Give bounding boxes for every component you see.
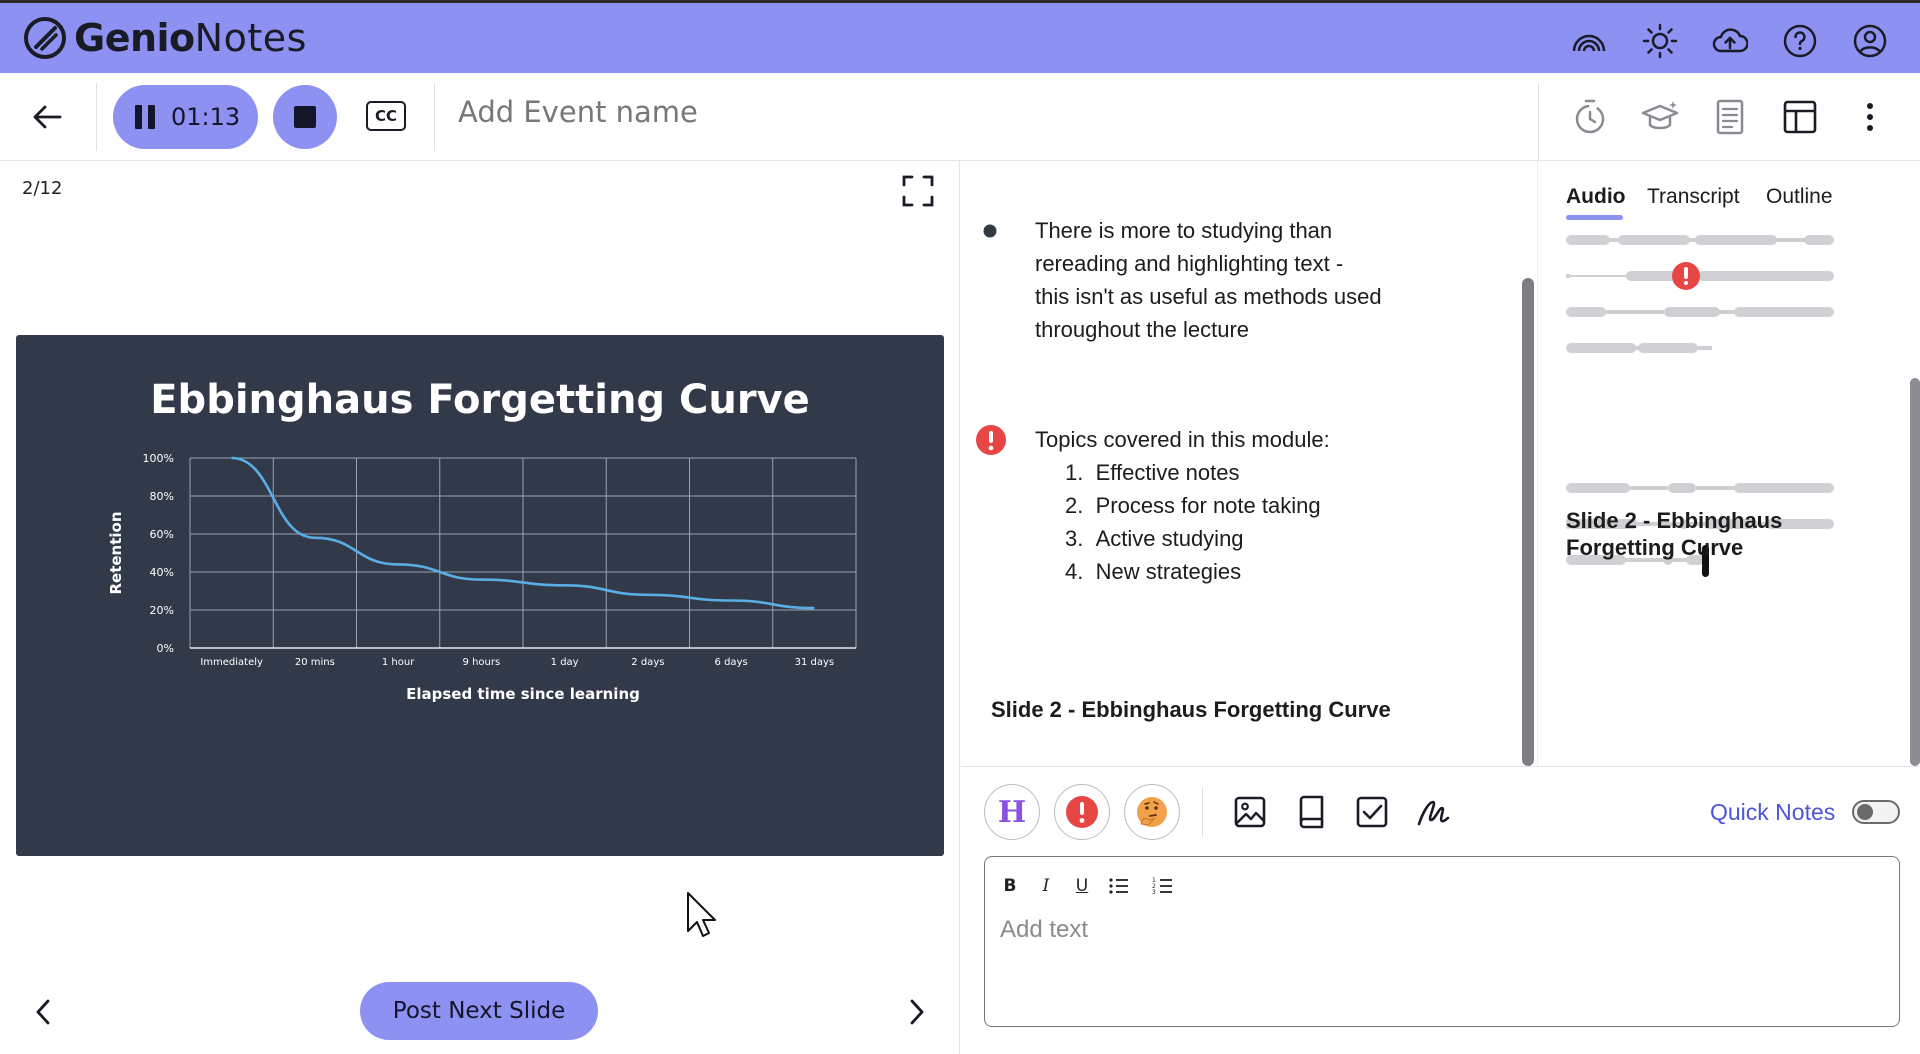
important-icon: [976, 425, 1006, 455]
document-icon[interactable]: [1710, 97, 1750, 137]
slide-page-indicator: 2/12: [22, 178, 63, 199]
bold-button[interactable]: B: [997, 873, 1023, 899]
pause-icon: [135, 105, 155, 129]
thinking-face-icon: [1137, 797, 1167, 827]
outline-scrollbar[interactable]: [1910, 378, 1920, 766]
forgetting-curve-chart: 0% 20% 40% 60% 80% 100% Immediately 20 mins 1 ho…: [107, 452, 857, 703]
closed-captions-button[interactable]: CC: [366, 101, 406, 131]
next-slide-icon[interactable]: [906, 997, 928, 1027]
y-tick-label: 60%: [150, 528, 174, 541]
x-axis-label: Elapsed time since learning: [406, 685, 640, 703]
note-line: rereading and highlighting text -: [1035, 251, 1344, 276]
tab-audio[interactable]: Audio: [1566, 185, 1625, 209]
list-item: 1. Effective notes: [1065, 460, 1240, 485]
toggle-knob: [1857, 804, 1873, 820]
stop-recording-button[interactable]: [273, 85, 337, 149]
x-tick-label: 31 days: [795, 657, 835, 668]
event-name-input[interactable]: Add Event name: [458, 95, 698, 129]
cloud-upload-icon[interactable]: [1712, 23, 1748, 59]
divider: [1202, 787, 1203, 837]
underline-button[interactable]: U: [1069, 873, 1095, 899]
layout-icon[interactable]: [1780, 97, 1820, 137]
x-tick-label: 1 day: [551, 657, 579, 668]
audio-waveform[interactable]: [1538, 221, 1920, 766]
outline-slide-heading[interactable]: Slide 2 - Ebbinghaus Forgetting Curve: [1566, 507, 1866, 561]
help-icon[interactable]: [1782, 23, 1818, 59]
genio-logo-icon: [24, 17, 66, 59]
list-item: 2. Process for note taking: [1065, 493, 1321, 518]
app-name-light: Notes: [194, 16, 307, 60]
slide-note-heading[interactable]: Slide 2 - Ebbinghaus Forgetting Curve: [991, 693, 1391, 726]
book-icon[interactable]: [1293, 794, 1329, 830]
heading-note-button[interactable]: H: [984, 784, 1040, 840]
quick-notes-label: Quick Notes: [1710, 799, 1836, 825]
list-item: 4. New strategies: [1065, 559, 1242, 584]
y-tick-label: 80%: [150, 490, 174, 503]
y-tick-label: 100%: [143, 452, 174, 465]
x-tick-label: 1 hour: [382, 657, 415, 668]
draw-icon[interactable]: [1415, 794, 1451, 830]
graduation-cap-icon[interactable]: [1640, 97, 1680, 137]
list-item: 3. Active studying: [1065, 526, 1244, 551]
tab-outline[interactable]: Outline: [1766, 185, 1833, 209]
session-toolbar: 01:13 CC Add Event name: [0, 73, 1920, 161]
pause-recording-button[interactable]: 01:13: [113, 85, 258, 149]
image-icon[interactable]: [1232, 794, 1268, 830]
svg-text:3: 3: [1152, 889, 1156, 896]
y-tick-label: 0%: [157, 642, 174, 655]
important-note[interactable]: Topics covered in this module: 1. Effect…: [1035, 423, 1330, 588]
divider: [1538, 83, 1539, 161]
bullet-list-icon[interactable]: [1107, 874, 1131, 898]
important-note-button[interactable]: [1054, 784, 1110, 840]
x-tick-label: 9 hours: [463, 657, 501, 668]
y-axis-label: Retention: [107, 511, 125, 594]
note-editor: H Quick Notes B I U 1 2 3 Add text: [961, 766, 1920, 1054]
mouse-cursor-icon: [687, 892, 716, 937]
fullscreen-icon[interactable]: [901, 174, 935, 208]
notes-scrollbar[interactable]: [1522, 278, 1534, 766]
divider: [434, 83, 435, 151]
back-arrow-icon[interactable]: [30, 99, 66, 135]
x-tick-label: Immediately: [200, 657, 263, 668]
divider: [96, 83, 97, 151]
recording-timer: 01:13: [171, 103, 241, 131]
account-icon[interactable]: [1852, 23, 1888, 59]
slide-pane: 2/12 Ebbinghaus Forgetting Curve 0% 20% 40…: [0, 161, 960, 1054]
stop-icon: [294, 106, 316, 128]
y-tick-label: 20%: [150, 604, 174, 617]
notes-pane: There is more to studying than rereading…: [961, 161, 1522, 766]
x-tick-label: 2 days: [631, 657, 664, 668]
connection-icon[interactable]: [1571, 23, 1607, 59]
heading-label: H: [997, 794, 1027, 830]
post-next-slide-button[interactable]: Post Next Slide: [360, 982, 598, 1040]
slide-image: Ebbinghaus Forgetting Curve 0% 20% 40% 60% 8…: [16, 335, 944, 856]
quick-notes-toggle[interactable]: [1852, 800, 1900, 824]
important-icon: [1066, 796, 1098, 828]
bullet-note[interactable]: There is more to studying than rereading…: [1035, 214, 1382, 346]
important-note-heading: Topics covered in this module:: [1035, 427, 1330, 452]
note-text-editor[interactable]: B I U 123 Add text: [984, 856, 1900, 1027]
app-logo[interactable]: Genio Notes: [22, 15, 307, 61]
note-line: throughout the lecture: [1035, 317, 1250, 342]
checkbox-icon[interactable]: [1354, 794, 1390, 830]
timer-icon[interactable]: [1569, 97, 1609, 137]
italic-button[interactable]: I: [1033, 873, 1059, 899]
x-tick-label: 6 days: [715, 657, 748, 668]
brightness-icon[interactable]: [1642, 23, 1678, 59]
app-header: Genio Notes: [0, 0, 1920, 73]
more-options-icon[interactable]: [1850, 97, 1890, 137]
app-name-bold: Genio: [74, 16, 195, 60]
tab-transcript[interactable]: Transcript: [1647, 185, 1740, 209]
note-line: There is more to studying than: [1035, 218, 1333, 243]
numbered-list-icon[interactable]: 123: [1151, 874, 1175, 898]
previous-slide-icon[interactable]: [32, 997, 54, 1027]
bullet-icon: [983, 224, 997, 238]
note-line: this isn't as useful as methods used: [1035, 284, 1382, 309]
confused-note-button[interactable]: [1124, 784, 1180, 840]
active-tab-indicator: [1566, 215, 1623, 220]
note-text-placeholder: Add text: [1000, 916, 1089, 943]
y-tick-label: 40%: [150, 566, 174, 579]
x-tick-label: 20 mins: [295, 657, 335, 668]
outline-pane: Audio Transcript Outline Slide 2 - Ebbin…: [1537, 161, 1920, 766]
